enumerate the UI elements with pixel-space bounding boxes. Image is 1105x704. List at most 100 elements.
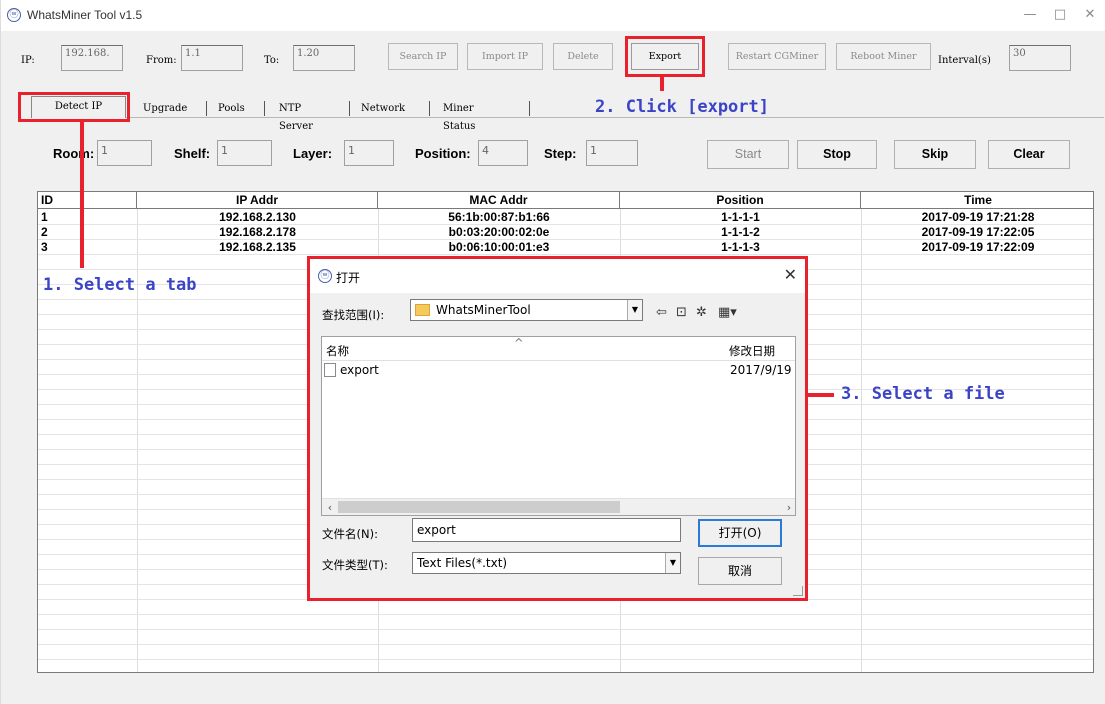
cell-position: 1-1-1-1 (721, 210, 760, 224)
table-row[interactable]: 2 192.168.2.178 b0:03:20:00:02:0e 1-1-1-… (38, 225, 1093, 240)
minimize-button[interactable]: — (1015, 6, 1045, 24)
position-label: Position: (415, 146, 471, 161)
filetype-label: 文件类型(T): (322, 558, 388, 572)
lookin-label: 查找范围(I): (322, 308, 385, 322)
empty-row (38, 615, 1093, 630)
tab-separator (264, 101, 265, 116)
layer-label: Layer: (293, 146, 333, 161)
col-ip-addr[interactable]: IP Addr (137, 192, 378, 208)
cancel-button[interactable]: 取消 (698, 557, 782, 585)
close-button[interactable]: ✕ (1075, 6, 1105, 24)
cell-ip: 192.168.2.178 (219, 225, 296, 239)
delete-button[interactable]: Delete (553, 43, 613, 70)
chevron-down-icon[interactable]: ▼ (665, 553, 680, 573)
room-input[interactable]: 1 (97, 140, 152, 166)
table-row[interactable]: 1 192.168.2.130 56:1b:00:87:b1:66 1-1-1-… (38, 210, 1093, 225)
lookin-combo[interactable]: WhatsMinerTool ▼ (410, 299, 643, 321)
clear-button[interactable]: Clear (988, 140, 1070, 169)
filetype-value: Text Files(*.txt) (417, 556, 508, 570)
file-item-export[interactable]: export (324, 363, 724, 383)
dialog-title: 打开 (336, 271, 361, 285)
step3-annotation: 3. Select a file (841, 384, 1005, 404)
col-name[interactable]: 名称 (326, 343, 349, 359)
restart-cgminer-button[interactable]: Restart CGMiner (728, 43, 826, 70)
tab-network[interactable]: Network (361, 100, 405, 120)
layer-input[interactable]: 1 (344, 140, 394, 166)
app-logo-icon: ⓦ (7, 8, 21, 22)
file-name: export (340, 363, 379, 377)
file-list-header: 名称 ^ 修改日期 (322, 336, 795, 361)
up-folder-icon[interactable]: ⊡ (676, 305, 687, 320)
skip-button[interactable]: Skip (894, 140, 976, 169)
step-input[interactable]: 1 (586, 140, 638, 166)
dialog-close-icon[interactable]: ✕ (784, 265, 797, 284)
table-row[interactable]: 3 192.168.2.135 b0:06:10:00:01:e3 1-1-1-… (38, 240, 1093, 255)
interval-label: Interval(s) (938, 55, 991, 66)
app-window: ⓦ WhatsMiner Tool v1.5 — □ ✕ IP: 192.168… (0, 0, 1105, 704)
app-logo-icon: ⓦ (318, 269, 332, 283)
chevron-down-icon[interactable]: ▼ (627, 300, 642, 320)
open-file-dialog: ⓦ 打开 ✕ 查找范围(I): WhatsMinerTool ▼ ⇦ ⊡ ✲ ▦… (307, 256, 808, 601)
scroll-thumb[interactable] (338, 501, 620, 513)
cell-position: 1-1-1-3 (721, 240, 760, 254)
ip-input[interactable]: 192.168. (61, 45, 123, 71)
open-button[interactable]: 打开(O) (698, 519, 782, 547)
start-button[interactable]: Start (707, 140, 789, 169)
tab-separator (206, 101, 207, 116)
col-position[interactable]: Position (620, 192, 861, 208)
to-input[interactable]: 1.20 (293, 45, 355, 71)
col-modified[interactable]: 修改日期 (729, 343, 775, 359)
window-title: WhatsMiner Tool v1.5 (27, 8, 143, 22)
cell-mac: 56:1b:00:87:b1:66 (448, 210, 550, 224)
horizontal-scrollbar[interactable]: ‹ › (322, 498, 795, 515)
file-list[interactable]: 名称 ^ 修改日期 export 2017/9/19 ‹ › (321, 336, 796, 516)
shelf-input[interactable]: 1 (217, 140, 272, 166)
cell-position: 1-1-1-2 (721, 225, 760, 239)
view-menu-icon[interactable]: ▦▾ (718, 305, 737, 320)
filename-input[interactable]: export (412, 518, 681, 542)
position-input[interactable]: 4 (478, 140, 528, 166)
file-modified: 2017/9/19 (730, 363, 792, 377)
filename-label: 文件名(N): (322, 527, 378, 541)
resize-grip[interactable] (793, 586, 803, 596)
tab-highlight (18, 92, 130, 122)
tab-pools[interactable]: Pools (218, 100, 245, 120)
tab-pointer-line (80, 122, 84, 268)
back-icon[interactable]: ⇦ (656, 305, 667, 320)
search-ip-button[interactable]: Search IP (388, 43, 458, 70)
from-label: From: (146, 55, 177, 66)
cell-mac: b0:06:10:00:01:e3 (448, 240, 550, 254)
step1-annotation: 1. Select a tab (43, 275, 197, 295)
reboot-miner-button[interactable]: Reboot Miner (836, 43, 931, 70)
tab-upgrade[interactable]: Upgrade (143, 100, 187, 120)
room-label: Room: (53, 146, 95, 161)
col-mac-addr[interactable]: MAC Addr (378, 192, 620, 208)
col-id[interactable]: ID (38, 192, 137, 208)
interval-input[interactable]: 30 (1009, 45, 1071, 71)
cell-id: 1 (41, 210, 48, 224)
col-time[interactable]: Time (861, 192, 1093, 208)
sort-caret-icon: ^ (514, 336, 524, 350)
cell-ip: 192.168.2.130 (219, 210, 296, 224)
stop-button[interactable]: Stop (797, 140, 877, 169)
maximize-button[interactable]: □ (1045, 6, 1075, 24)
cell-id: 2 (41, 225, 48, 239)
cell-id: 3 (41, 240, 48, 254)
tab-separator (529, 101, 530, 116)
ip-label: IP: (21, 55, 35, 66)
from-input[interactable]: 1.1 (181, 45, 243, 71)
tab-miner-status[interactable]: Miner Status (443, 100, 475, 132)
tab-ntp-server[interactable]: NTP Server (279, 100, 313, 132)
filetype-combo[interactable]: Text Files(*.txt) ▼ (412, 552, 681, 574)
scroll-left-icon[interactable]: ‹ (322, 499, 338, 515)
scroll-right-icon[interactable]: › (781, 499, 795, 515)
new-folder-icon[interactable]: ✲ (696, 305, 707, 320)
cell-ip: 192.168.2.135 (219, 240, 296, 254)
tab-strip-line (126, 117, 1104, 118)
step-label: Step: (544, 146, 577, 161)
tab-separator (429, 101, 430, 116)
cell-mac: b0:03:20:00:02:0e (448, 225, 550, 239)
to-label: To: (264, 55, 280, 66)
step2-annotation: 2. Click [export] (595, 97, 769, 117)
import-ip-button[interactable]: Import IP (467, 43, 543, 70)
